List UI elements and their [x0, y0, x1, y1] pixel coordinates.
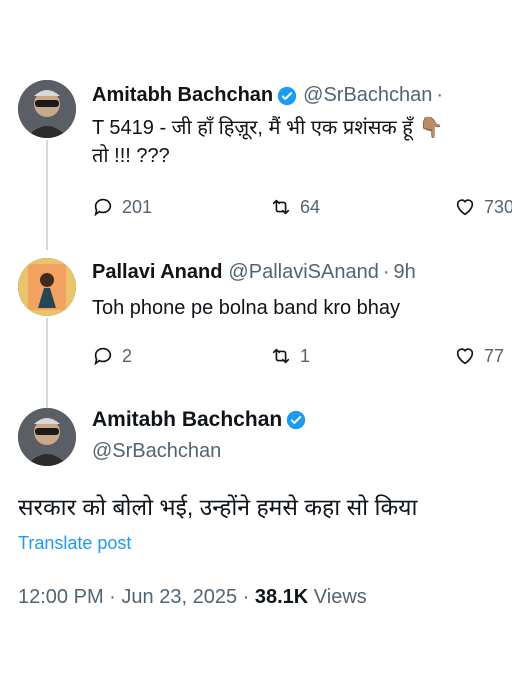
post-time[interactable]: 12:00 PM [18, 586, 104, 608]
author-handle[interactable]: @PallaviSAnand [228, 261, 378, 284]
tweet-text: तो !!! ??? [92, 145, 170, 167]
tweet-text: सरकार को बोलो भई, उन्होंने हमसे कहा सो क… [18, 494, 418, 520]
heart-icon [456, 199, 474, 216]
pointing-down-emoji: 👇🏽 [418, 117, 444, 139]
reply-icon [94, 347, 112, 366]
separator-dot: · [109, 586, 116, 608]
heart-icon [456, 348, 474, 365]
thread-line [46, 318, 48, 410]
translate-post-link[interactable]: Translate post [18, 533, 131, 554]
views-label: Views [313, 586, 367, 608]
reply-icon [94, 198, 112, 217]
author-handle[interactable]: @SrBachchan [303, 84, 432, 107]
avatar-photo-icon [18, 80, 76, 138]
author-name[interactable]: Pallavi Anand [92, 261, 222, 284]
reply-count: 2 [122, 345, 133, 366]
separator-dot: · [382, 261, 390, 283]
like-button[interactable]: 77 [454, 345, 504, 367]
repost-button[interactable]: 1 [270, 345, 454, 367]
repost-icon [272, 199, 290, 215]
tweet-text: T 5419 - जी हाँ हिज़ूर, मैं भी एक प्रशंस… [92, 117, 413, 139]
author-name[interactable]: Amitabh Bachchan [92, 84, 273, 107]
avatar[interactable] [18, 408, 76, 466]
post-time[interactable]: 9h [393, 261, 415, 284]
post-date[interactable]: Jun 23, 2025 [121, 586, 237, 608]
post-meta: 12:00 PM · Jun 23, 2025 · 38.1K Views [18, 586, 367, 609]
verified-badge-icon [287, 410, 306, 430]
repost-count: 1 [300, 345, 311, 366]
repost-icon [272, 348, 290, 364]
separator-dot: · [436, 84, 444, 106]
reply-button[interactable]: 2 [92, 345, 270, 367]
reply-count: 201 [122, 196, 153, 217]
views-count: 38.1K [254, 586, 309, 608]
repost-button[interactable]: 64 [270, 196, 454, 218]
thread-line [46, 140, 48, 250]
like-count: 730 [484, 196, 512, 217]
avatar-photo-icon [18, 408, 76, 466]
repost-count: 64 [300, 196, 321, 217]
like-button[interactable]: 730 [454, 196, 512, 218]
verified-badge-icon [277, 86, 297, 105]
like-count: 77 [484, 345, 505, 366]
tweet-text: Toh phone pe bolna band kro bhay [92, 297, 401, 319]
avatar[interactable] [18, 80, 76, 138]
separator-dot: · [242, 586, 250, 608]
author-handle[interactable]: @SrBachchan [92, 440, 221, 463]
reply-button[interactable]: 201 [92, 196, 270, 218]
avatar[interactable] [18, 258, 76, 316]
avatar-photo-icon [18, 258, 76, 316]
author-name[interactable]: Amitabh Bachchan [92, 408, 282, 432]
